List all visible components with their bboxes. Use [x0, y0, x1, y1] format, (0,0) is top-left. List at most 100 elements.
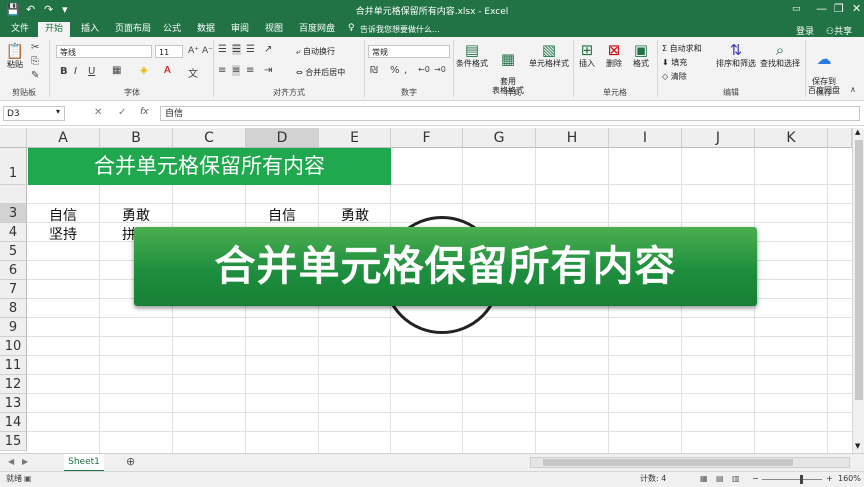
- align-top-icon[interactable]: ☰: [218, 44, 227, 55]
- borders-icon[interactable]: ▦: [112, 65, 121, 76]
- row-header[interactable]: 13: [0, 394, 27, 413]
- comma-button[interactable]: ,: [404, 65, 407, 76]
- sheet-tab-sheet1[interactable]: Sheet1: [64, 454, 104, 472]
- grow-font-icon[interactable]: A⁺: [188, 46, 199, 56]
- cut-icon[interactable]: ✂: [31, 42, 39, 53]
- horizontal-scrollbar[interactable]: [530, 457, 850, 468]
- fill-color-icon[interactable]: ◈: [140, 65, 148, 76]
- sort-filter-button[interactable]: ⇅ 排序和筛选: [716, 41, 756, 68]
- fill-button[interactable]: ⬇ 填充: [662, 57, 687, 68]
- row-header[interactable]: 5: [0, 242, 27, 261]
- bold-button[interactable]: B: [60, 66, 68, 77]
- row-header[interactable]: 3: [0, 204, 27, 223]
- column-header[interactable]: J: [682, 128, 755, 148]
- decrease-decimal-icon[interactable]: →0: [434, 65, 446, 74]
- close-button[interactable]: ✕: [852, 2, 861, 15]
- row-header[interactable]: 6: [0, 261, 27, 280]
- row-header[interactable]: 11: [0, 356, 27, 375]
- copy-icon[interactable]: ⎘: [31, 56, 39, 67]
- page-break-view-icon[interactable]: ▥: [732, 472, 740, 486]
- formula-input[interactable]: 自信: [160, 106, 860, 121]
- share-button[interactable]: ⚇共享: [826, 24, 852, 37]
- wrap-text-button[interactable]: ⤶ 自动换行: [296, 46, 335, 57]
- percent-button[interactable]: %: [390, 65, 400, 76]
- row-header[interactable]: 15: [0, 432, 27, 451]
- column-header[interactable]: F: [391, 128, 463, 148]
- row-header[interactable]: 9: [0, 318, 27, 337]
- column-header[interactable]: D: [246, 128, 319, 148]
- zoom-out-icon[interactable]: −: [752, 472, 759, 486]
- orientation-icon[interactable]: ↗: [264, 44, 272, 55]
- underline-button[interactable]: U: [88, 66, 95, 77]
- delete-cells-button[interactable]: ⊠ 删除: [603, 41, 625, 68]
- prev-sheet-icon[interactable]: ◀: [8, 457, 14, 466]
- zoom-in-icon[interactable]: +: [826, 472, 833, 486]
- autosum-button[interactable]: Σ 自动求和: [662, 43, 702, 54]
- tab-home[interactable]: 开始: [38, 22, 71, 37]
- format-painter-icon[interactable]: ✎: [31, 70, 39, 81]
- cell-a3[interactable]: 自信: [49, 205, 77, 225]
- hscroll-thumb[interactable]: [543, 459, 793, 466]
- cell-styles-button[interactable]: ▧ 单元格样式: [528, 41, 570, 68]
- zoom-level[interactable]: 160%: [838, 472, 861, 486]
- restore-button[interactable]: ❐: [834, 2, 844, 15]
- align-center-icon[interactable]: ≡: [232, 65, 241, 76]
- scroll-down-icon[interactable]: ▼: [855, 442, 860, 450]
- align-bottom-icon[interactable]: ☰: [246, 44, 255, 55]
- font-color-icon[interactable]: A: [164, 65, 171, 76]
- normal-view-icon[interactable]: ▦: [700, 472, 708, 486]
- row-header[interactable]: 4: [0, 223, 27, 242]
- row-header[interactable]: 12: [0, 375, 27, 394]
- zoom-slider-handle[interactable]: [800, 475, 803, 484]
- minimize-button[interactable]: —: [816, 2, 827, 15]
- cell-d3[interactable]: 自信: [268, 205, 296, 225]
- select-all-corner[interactable]: [0, 128, 27, 148]
- column-header[interactable]: [828, 128, 852, 148]
- login-link[interactable]: 登录: [796, 24, 814, 37]
- align-right-icon[interactable]: ≡: [246, 65, 254, 76]
- conditional-format-button[interactable]: ▤ 条件格式: [456, 41, 488, 68]
- tab-insert[interactable]: 插入: [74, 22, 106, 37]
- insert-cells-button[interactable]: ⊞ 插入: [576, 41, 598, 68]
- page-layout-view-icon[interactable]: ▤: [716, 472, 724, 486]
- number-format-combo[interactable]: 常规: [368, 45, 450, 58]
- zoom-slider[interactable]: [762, 479, 822, 480]
- phonetic-icon[interactable]: 文: [188, 65, 198, 80]
- cancel-icon[interactable]: ✕: [94, 107, 102, 118]
- merge-center-button[interactable]: ⇔ 合并后居中: [296, 67, 345, 78]
- enter-icon[interactable]: ✓: [118, 107, 126, 118]
- paste-button[interactable]: 📋 粘贴: [4, 42, 26, 69]
- scroll-up-icon[interactable]: ▲: [855, 128, 860, 136]
- tab-data[interactable]: 数据: [190, 22, 222, 37]
- add-sheet-icon[interactable]: ⊕: [126, 455, 135, 468]
- cell-b3[interactable]: 勇敢: [122, 205, 150, 225]
- tab-baidu-netdisk[interactable]: 百度网盘: [292, 22, 342, 37]
- scroll-thumb[interactable]: [855, 140, 863, 400]
- format-cells-button[interactable]: ▣ 格式: [630, 41, 652, 68]
- find-select-button[interactable]: ⌕ 查找和选择: [760, 41, 800, 68]
- tab-review[interactable]: 审阅: [224, 22, 256, 37]
- indent-icon[interactable]: ⇥: [264, 65, 272, 76]
- align-left-icon[interactable]: ≡: [218, 65, 226, 76]
- row-header[interactable]: 14: [0, 413, 27, 432]
- column-header[interactable]: G: [463, 128, 536, 148]
- increase-decimal-icon[interactable]: ←0: [418, 65, 430, 74]
- collapse-ribbon-icon[interactable]: ∧: [850, 85, 856, 94]
- row-header[interactable]: 8: [0, 299, 27, 318]
- tab-page-layout[interactable]: 页面布局: [108, 22, 158, 37]
- macro-record-icon[interactable]: ▣: [24, 472, 32, 486]
- column-header[interactable]: A: [27, 128, 100, 148]
- column-header[interactable]: H: [536, 128, 609, 148]
- tab-view[interactable]: 视图: [258, 22, 290, 37]
- currency-icon[interactable]: ₪: [370, 65, 378, 76]
- font-size-combo[interactable]: 11: [155, 45, 183, 58]
- cell-e3[interactable]: 勇敢: [341, 205, 369, 225]
- column-header[interactable]: E: [319, 128, 391, 148]
- font-name-combo[interactable]: 等线: [56, 45, 152, 58]
- column-header[interactable]: C: [173, 128, 246, 148]
- row-header[interactable]: [0, 185, 27, 204]
- clear-button[interactable]: ◇ 清除: [662, 71, 687, 82]
- tab-file[interactable]: 文件: [4, 22, 36, 37]
- row-header[interactable]: 1: [0, 148, 27, 185]
- next-sheet-icon[interactable]: ▶: [22, 457, 28, 466]
